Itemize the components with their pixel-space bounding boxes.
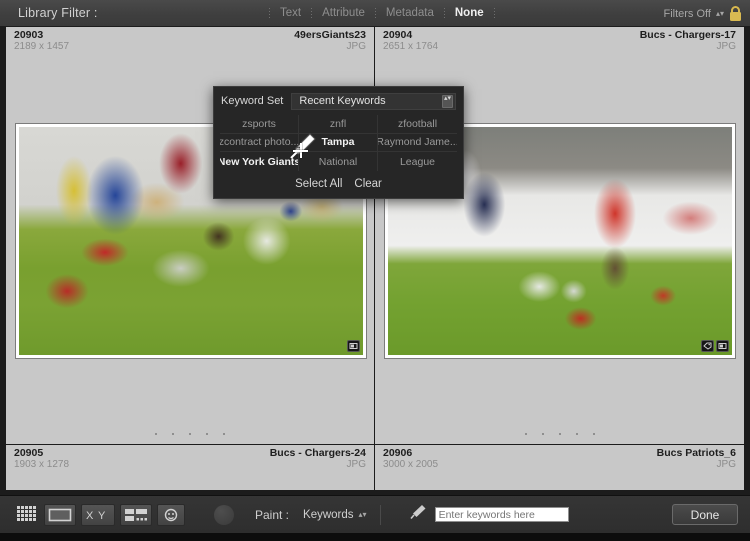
rating-dot (558, 433, 561, 435)
grid-row: 20905 1903 x 1278 Bucs - Chargers-24 JPG… (6, 445, 744, 491)
keyword-panel-actions: Select All Clear (214, 171, 463, 197)
keyword-buttons-grid: zsports znfl zfootball zcontract photo..… (220, 115, 457, 171)
filter-state-group[interactable]: Filters Off ▴▾ (663, 0, 742, 27)
chevron-updown-icon[interactable]: ▴▾ (359, 511, 367, 519)
cell-id: 20903 (14, 29, 44, 41)
filter-tab-text[interactable]: Text (271, 5, 310, 22)
bottom-toolbar: X Y Paint: Keywords ▴▾ Enter keywords h… (0, 495, 750, 533)
keyword-set-label: Keyword Set (221, 95, 284, 107)
keyword-input[interactable] (434, 507, 569, 522)
cell-id: 20905 (14, 447, 44, 459)
keyword-button-zfootball[interactable]: zfootball (378, 115, 457, 134)
rating-dot (155, 433, 157, 435)
view-mode-buttons: X Y Paint: Keywords ▴▾ Enter keywords h… (14, 503, 569, 526)
cell-format: JPG (346, 459, 366, 470)
rating-dots (6, 433, 374, 435)
loupe-view-icon[interactable] (44, 503, 76, 526)
rating-dot (524, 433, 527, 435)
filter-menu-group: Text Attribute Metadata None (268, 0, 496, 27)
library-filter-bar: Library Filter : Text Attribute Metadata… (0, 0, 750, 27)
rating-dot (575, 433, 578, 435)
filter-tab-metadata[interactable]: Metadata (377, 5, 443, 22)
keyword-button-national[interactable]: National (299, 152, 378, 171)
grid-cell-20906[interactable]: 20906 3000 x 2005 Bucs Patriots_6 JPG (375, 445, 744, 491)
cell-filename: 49ersGiants23 (294, 29, 366, 41)
library-filter-label: Library Filter : (18, 6, 98, 20)
filter-separator (493, 7, 495, 20)
keyword-entry-group (409, 504, 569, 525)
keyword-badge-icon[interactable] (701, 340, 714, 352)
clear-button[interactable]: Clear (354, 178, 381, 190)
cell-dimensions: 2651 x 1764 (383, 41, 439, 52)
paint-label: Paint : (255, 507, 290, 522)
cell-format: JPG (716, 41, 736, 52)
svg-text:Y: Y (98, 510, 106, 522)
badge-group (347, 340, 360, 352)
survey-view-icon[interactable] (120, 503, 152, 526)
keyword-set-row: Keyword Set Recent Keywords ▴▾ (214, 87, 463, 115)
filters-off-label[interactable]: Filters Off (663, 8, 710, 20)
toolbar-divider (379, 504, 381, 525)
rating-dot (172, 433, 174, 435)
filter-separator (374, 7, 376, 20)
cell-format: JPG (716, 459, 736, 470)
filter-tab-none[interactable]: None (446, 5, 493, 22)
cell-filename: Bucs - Chargers-24 (269, 447, 366, 459)
filter-separator (443, 7, 445, 20)
keyword-button-raymond-james[interactable]: Raymond Jame... (378, 134, 457, 153)
keyword-button-league[interactable]: League (378, 152, 457, 171)
badge-group (701, 340, 729, 352)
cell-header: 20906 3000 x 2005 Bucs Patriots_6 JPG (375, 445, 744, 472)
cell-format: JPG (346, 41, 366, 52)
keyword-button-new-york-giants[interactable]: New York Giants (220, 152, 299, 171)
keyword-set-panel[interactable]: Keyword Set Recent Keywords ▴▾ zsports z… (213, 86, 464, 199)
select-all-button[interactable]: Select All (295, 178, 342, 190)
cell-id: 20906 (383, 447, 413, 459)
filter-separator (311, 7, 313, 20)
done-button[interactable]: Done (672, 504, 738, 525)
chevron-updown-icon[interactable]: ▴▾ (442, 94, 453, 108)
keyword-set-dropdown[interactable]: Recent Keywords ▴▾ (291, 92, 456, 110)
cell-dimensions: 2189 x 1457 (14, 41, 70, 52)
cell-header: 20904 2651 x 1764 Bucs - Chargers-17 JPG (375, 27, 744, 54)
rating-dot (206, 433, 208, 435)
lightroom-window: Library Filter : Text Attribute Metadata… (0, 0, 750, 541)
compare-view-icon[interactable]: X Y (81, 503, 115, 526)
cell-dimensions: 3000 x 2005 (383, 459, 439, 470)
crop-badge-icon[interactable] (716, 340, 729, 352)
rating-dot (189, 433, 191, 435)
rating-dot (223, 433, 225, 435)
cell-id: 20904 (383, 29, 413, 41)
people-view-icon[interactable] (157, 503, 185, 526)
filter-separator (269, 7, 270, 20)
cell-header: 20903 2189 x 1457 49ersGiants23 JPG (6, 27, 374, 54)
keyword-button-tampa[interactable]: Tampa (299, 133, 378, 153)
keyword-set-value: Recent Keywords (299, 95, 386, 107)
crop-badge-icon[interactable] (347, 340, 360, 352)
filmstrip-strip (0, 533, 750, 541)
svg-text:X: X (86, 510, 94, 522)
rating-dot (592, 433, 595, 435)
rating-dots (375, 433, 744, 435)
cell-filename: Bucs - Chargers-17 (639, 29, 736, 41)
spray-can-icon[interactable] (409, 504, 427, 525)
open-padlock-icon[interactable] (729, 5, 742, 22)
cell-filename: Bucs Patriots_6 (656, 447, 736, 459)
cell-dimensions: 1903 x 1278 (14, 459, 70, 470)
chevron-updown-icon[interactable]: ▴▾ (716, 10, 724, 18)
rating-dot (541, 433, 544, 435)
paint-target-dropdown[interactable]: Keywords (303, 509, 354, 521)
filter-tab-attribute[interactable]: Attribute (313, 5, 374, 22)
paint-swatch[interactable] (214, 504, 234, 525)
grid-cell-20905[interactable]: 20905 1903 x 1278 Bucs - Chargers-24 JPG (6, 445, 375, 491)
grid-view-icon[interactable] (14, 504, 39, 526)
keyword-button-znfl[interactable]: znfl (299, 115, 378, 134)
keyword-button-zsports[interactable]: zsports (220, 115, 299, 134)
keyword-button-zcontract-photo[interactable]: zcontract photo... (220, 133, 299, 153)
cell-header: 20905 1903 x 1278 Bucs - Chargers-24 JPG (6, 445, 374, 472)
